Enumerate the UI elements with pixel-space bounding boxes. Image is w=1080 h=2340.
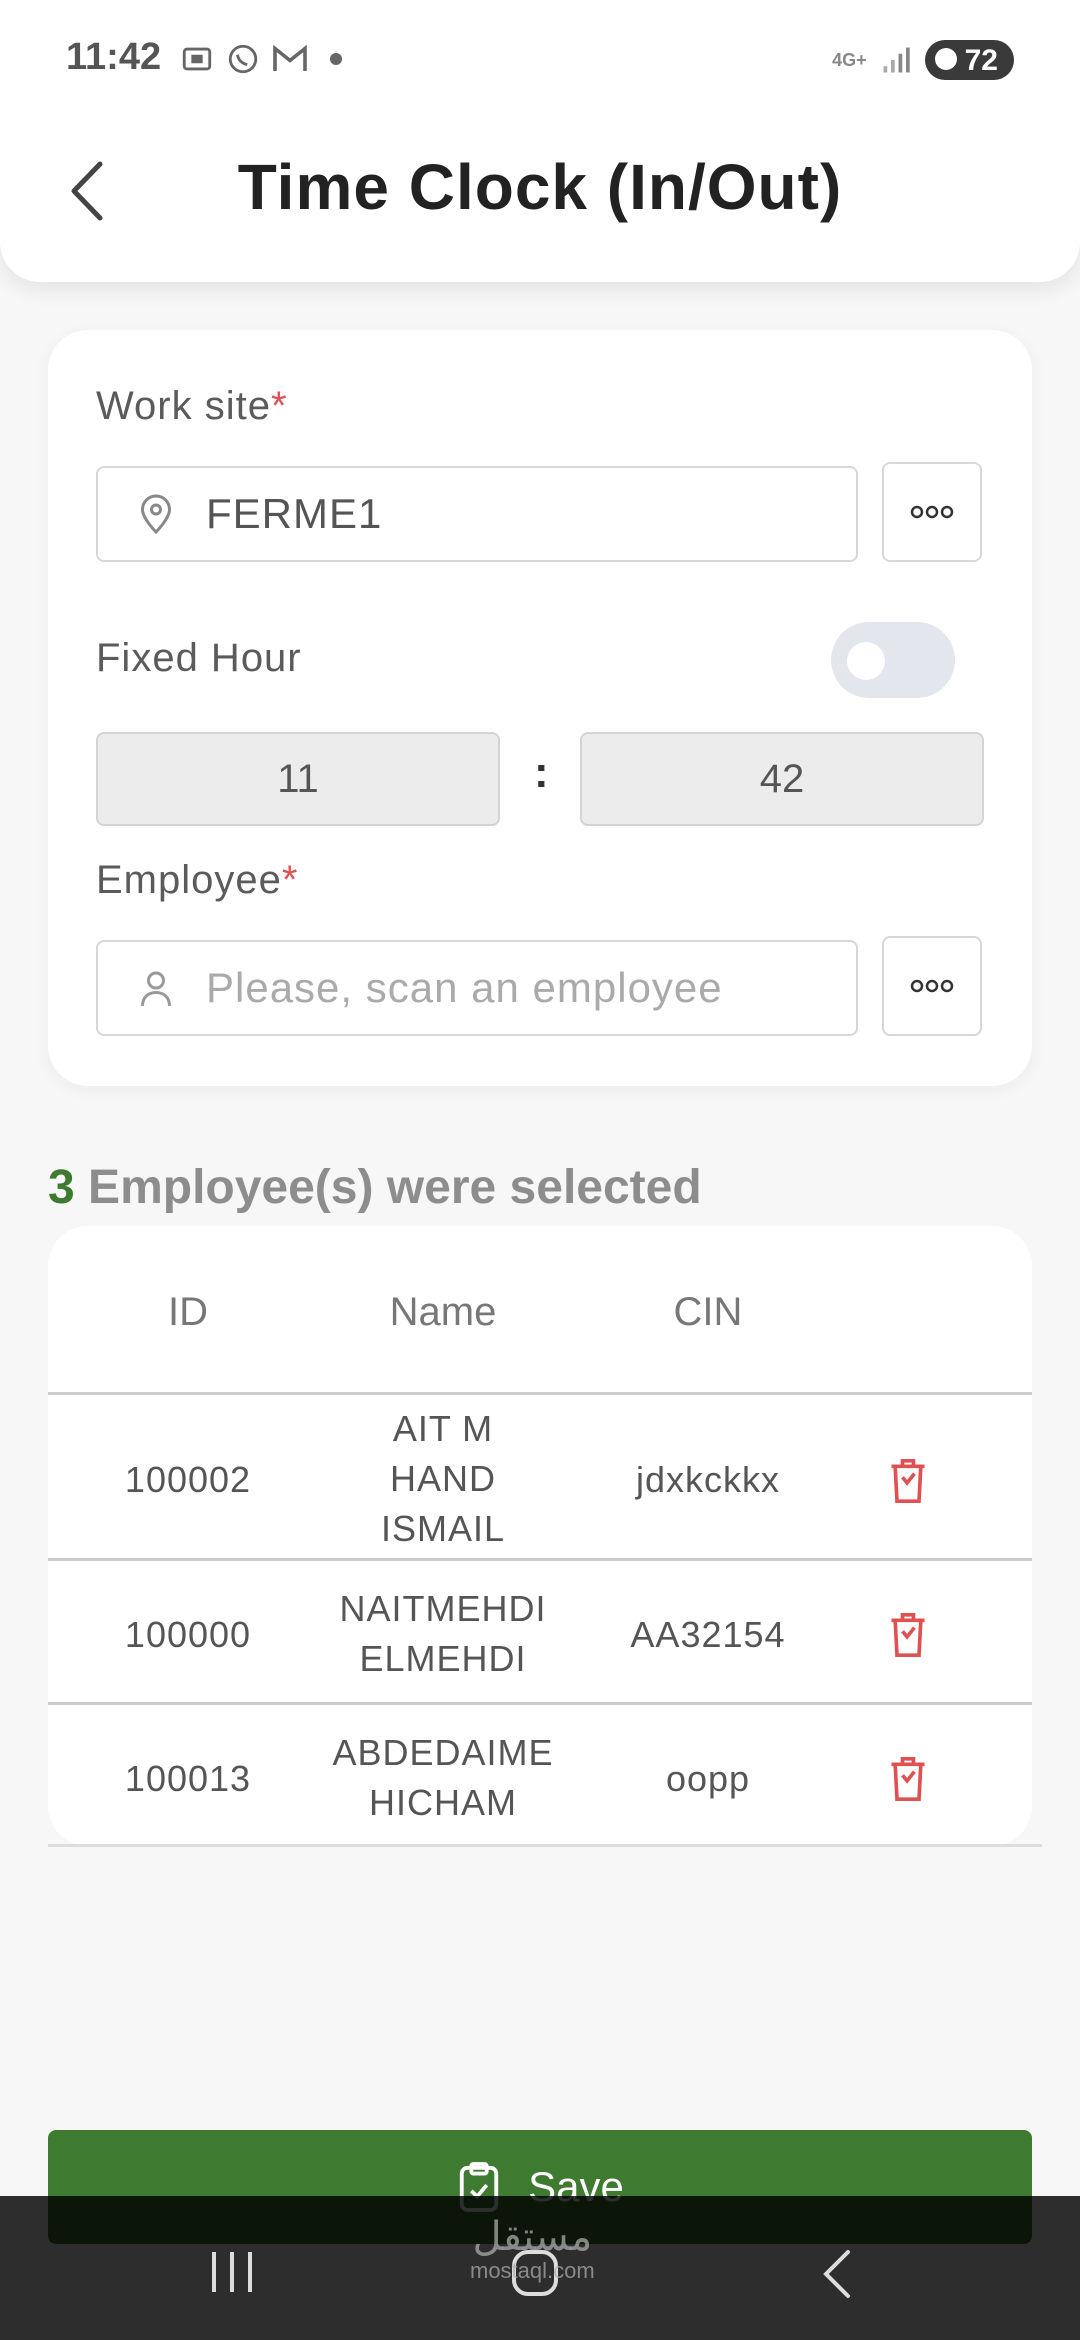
more-dots-icon <box>910 979 954 993</box>
more-dots-icon <box>910 505 954 519</box>
employee-more-button[interactable] <box>882 936 982 1036</box>
minute-field[interactable]: 42 <box>580 732 984 826</box>
cell-cin: AA32154 <box>630 1614 786 1655</box>
hour-field[interactable]: 11 <box>96 732 500 826</box>
toggle-knob <box>847 642 885 680</box>
back-arrow-icon <box>823 2250 850 2298</box>
page-title: Time Clock (In/Out) <box>237 151 843 223</box>
cell-cin: jdxkckkx <box>635 1459 781 1500</box>
cell-name: AIT M HAND ISMAIL <box>380 1408 506 1549</box>
work-site-input[interactable]: FERME1 <box>96 466 858 562</box>
recent-apps-button[interactable] <box>208 2248 256 2301</box>
time-separator: : <box>534 748 549 797</box>
user-icon <box>136 966 176 1010</box>
watermark: مستقل mostaql.com <box>470 2215 595 2283</box>
fixed-hour-toggle[interactable] <box>831 622 955 698</box>
employee-placeholder: Please, scan an employee <box>206 964 723 1011</box>
employee-label: Employee* <box>96 858 299 902</box>
signal-icon <box>883 47 910 73</box>
whatsapp-icon <box>228 44 258 74</box>
delete-row-button[interactable] <box>886 1454 930 1508</box>
trash-icon <box>891 1613 925 1657</box>
selected-text: Employee(s) were selected <box>88 1161 702 1214</box>
delete-row-button[interactable] <box>886 1752 930 1806</box>
cell-id: 100000 <box>124 1614 252 1655</box>
employee-input[interactable]: Please, scan an employee <box>96 940 858 1036</box>
gmail-icon <box>273 44 307 71</box>
work-site-label: Work site* <box>96 384 288 428</box>
work-site-more-button[interactable] <box>882 462 982 562</box>
form-card: Work site* FERME1 Fixed Hour 11 : 42 Emp… <box>48 330 1032 1086</box>
network-type: 4G+ <box>832 49 867 70</box>
cell-name: ABDEDAIME HICHAM <box>332 1732 554 1823</box>
row-divider <box>48 1392 1032 1395</box>
location-pin-icon <box>136 492 176 536</box>
more-notifications-dot <box>330 53 342 65</box>
fixed-hour-label: Fixed Hour <box>96 636 302 680</box>
status-bar: 11:42 4G+ 72 <box>0 0 1080 120</box>
row-divider <box>48 1558 1032 1561</box>
column-header-id: ID <box>168 1290 208 1334</box>
trash-icon <box>891 1757 925 1801</box>
screenshot-icon <box>182 47 212 71</box>
recent-apps-icon <box>212 2252 252 2292</box>
cell-cin: oopp <box>665 1758 751 1799</box>
employee-table: ID Name CIN 100002 AIT M HAND ISMAIL jdx… <box>48 1226 1032 1846</box>
battery-level: 72 <box>924 40 1014 80</box>
column-header-cin: CIN <box>673 1290 743 1334</box>
cell-id: 100002 <box>124 1459 252 1500</box>
status-notification-icons <box>180 42 342 76</box>
required-mark: * <box>281 858 299 902</box>
row-divider <box>48 1702 1032 1705</box>
trash-icon <box>891 1459 925 1503</box>
selected-count: 3 <box>48 1161 75 1214</box>
table-bottom-line <box>48 1844 1042 1847</box>
cell-id: 100013 <box>124 1758 252 1799</box>
work-site-value: FERME1 <box>206 490 383 537</box>
cell-name: NAITMEHDI ELMEHDI <box>339 1588 547 1679</box>
status-system-icons: 4G+ 72 <box>832 40 1014 80</box>
required-mark: * <box>270 384 288 428</box>
delete-row-button[interactable] <box>886 1608 930 1662</box>
column-header-name: Name <box>389 1290 497 1334</box>
status-time: 11:42 <box>66 36 162 78</box>
selected-count-heading: 3 Employee(s) were selected <box>48 1160 702 1215</box>
system-back-button[interactable] <box>818 2248 854 2305</box>
